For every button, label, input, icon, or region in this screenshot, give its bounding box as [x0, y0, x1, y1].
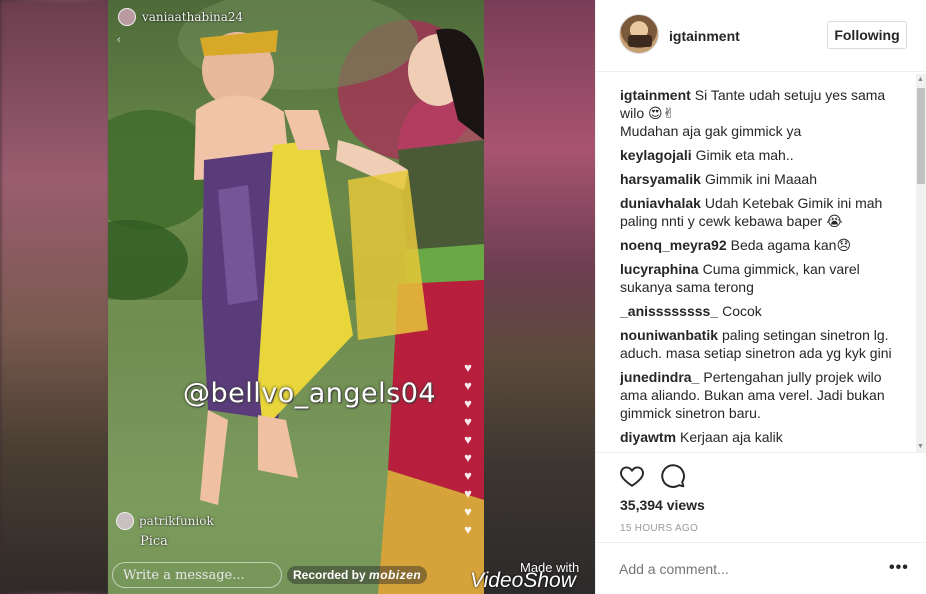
comment-user[interactable]: noenq_meyra92 — [620, 237, 727, 253]
comment-item: nouniwanbatik paling setingan sinetron lg… — [620, 326, 910, 362]
comment-user[interactable]: harsyamalik — [620, 171, 701, 187]
post-side-panel: igtainment Following igtainment Si Tante … — [595, 0, 926, 594]
story-user: vaniaathabina24 — [118, 8, 243, 26]
heart-icon: ♥ — [464, 360, 472, 375]
videoshow-logo: VideoShow — [470, 569, 576, 592]
scroll-up-icon[interactable]: ▲ — [917, 76, 924, 83]
comment-user[interactable]: _anissssssss_ — [620, 303, 718, 319]
live-comment: patrikfuniok Pica — [116, 512, 214, 549]
story-message-input: Write a message... — [112, 562, 282, 588]
comment-user[interactable]: diyawtm — [620, 429, 676, 445]
comment-user[interactable]: junedindra_ — [620, 369, 699, 385]
comment-list[interactable]: igtainment Si Tante udah setuju yes sama … — [620, 86, 910, 448]
recorded-by-label: Recorded by — [293, 568, 366, 582]
media-blur-right — [482, 0, 595, 594]
heart-icon: ♥ — [464, 432, 472, 447]
comment-text-line-2: Mudahan aja gak gimmick ya — [620, 123, 802, 139]
scroll-thumb[interactable] — [917, 88, 925, 184]
live-comment-user: patrikfuniok — [139, 514, 214, 528]
live-comment-text: Pica — [140, 534, 168, 549]
comment-item: diyawtm Kerjaan aja kalik — [620, 428, 910, 446]
comment-text: Cocok — [722, 303, 762, 319]
recorded-by-badge: Recorded by mobizen — [287, 566, 428, 584]
comment-item: keylagojali Gimik eta mah.. — [620, 146, 910, 164]
comment-text: Gimik eta mah.. — [695, 147, 794, 163]
comment-item: duniavhalak Udah Ketebak Gimik ini mah pa… — [620, 194, 910, 230]
floating-hearts: ♥ ♥ ♥ ♥ ♥ ♥ ♥ ♥ ♥ ♥ — [458, 360, 478, 540]
story-username: vaniaathabina24 — [142, 10, 244, 24]
comment-user[interactable]: keylagojali — [620, 147, 692, 163]
add-comment-input[interactable] — [619, 561, 859, 577]
comment-text: Beda agama kan😞 — [730, 237, 852, 253]
post-timestamp[interactable]: 15 HOURS AGO — [620, 523, 698, 534]
comment-user[interactable]: duniavhalak — [620, 195, 701, 211]
heart-outline-icon[interactable] — [619, 463, 645, 489]
heart-icon: ♥ — [464, 486, 472, 501]
post-header: igtainment Following — [596, 0, 926, 72]
comment-item: _anissssssss_ Cocok — [620, 302, 910, 320]
scene-illustration — [108, 0, 484, 594]
heart-icon: ♥ — [464, 378, 472, 393]
scroll-down-icon[interactable]: ▼ — [917, 443, 924, 450]
heart-icon: ♥ — [464, 468, 472, 483]
comment-user[interactable]: igtainment — [620, 87, 691, 103]
following-button[interactable]: Following — [827, 21, 907, 49]
recorder-brand: mobizen — [369, 568, 422, 582]
chevron-left-icon: ‹ — [117, 34, 121, 46]
heart-icon: ♥ — [464, 522, 472, 537]
avatar[interactable] — [619, 14, 659, 54]
story-avatar — [118, 8, 136, 26]
post-media[interactable]: vaniaathabina24 ‹ @bellvo_angels04 ♥ ♥ ♥… — [0, 0, 595, 594]
video-watermark: @bellvo_angels04 — [183, 378, 437, 409]
heart-icon: ♥ — [464, 396, 472, 411]
heart-icon: ♥ — [464, 504, 472, 519]
comment-text: Kerjaan aja kalik — [680, 429, 783, 445]
more-options-icon[interactable]: ••• — [889, 559, 909, 577]
comment-item: noenq_meyra92 Beda agama kan😞 — [620, 236, 910, 254]
add-comment-bar: ••• — [596, 542, 926, 594]
post-author[interactable]: igtainment — [669, 28, 740, 44]
comment-item: igtainment Si Tante udah setuju yes sama … — [620, 86, 910, 140]
media-blur-left — [0, 0, 110, 594]
post-actions: 35,394 views 15 HOURS AGO — [596, 452, 926, 542]
heart-icon: ♥ — [464, 450, 472, 465]
comment-item: junedindra_ Pertengahan jully projek wilo… — [620, 368, 910, 422]
video-frame — [108, 0, 484, 594]
view-count[interactable]: 35,394 views — [620, 497, 705, 513]
comment-scrollbar[interactable]: ▲ ▼ — [916, 74, 926, 452]
comment-user[interactable]: nouniwanbatik — [620, 327, 718, 343]
comment-item: harsyamalik Gimmik ini Maaah — [620, 170, 910, 188]
comment-item: lucyraphina Cuma gimmick, kan varel sukan… — [620, 260, 910, 296]
speech-bubble-icon[interactable] — [660, 463, 686, 489]
comment-user[interactable]: lucyraphina — [620, 261, 699, 277]
comment-text: Gimmik ini Maaah — [704, 171, 817, 187]
live-comment-avatar — [116, 512, 134, 530]
heart-icon: ♥ — [464, 414, 472, 429]
